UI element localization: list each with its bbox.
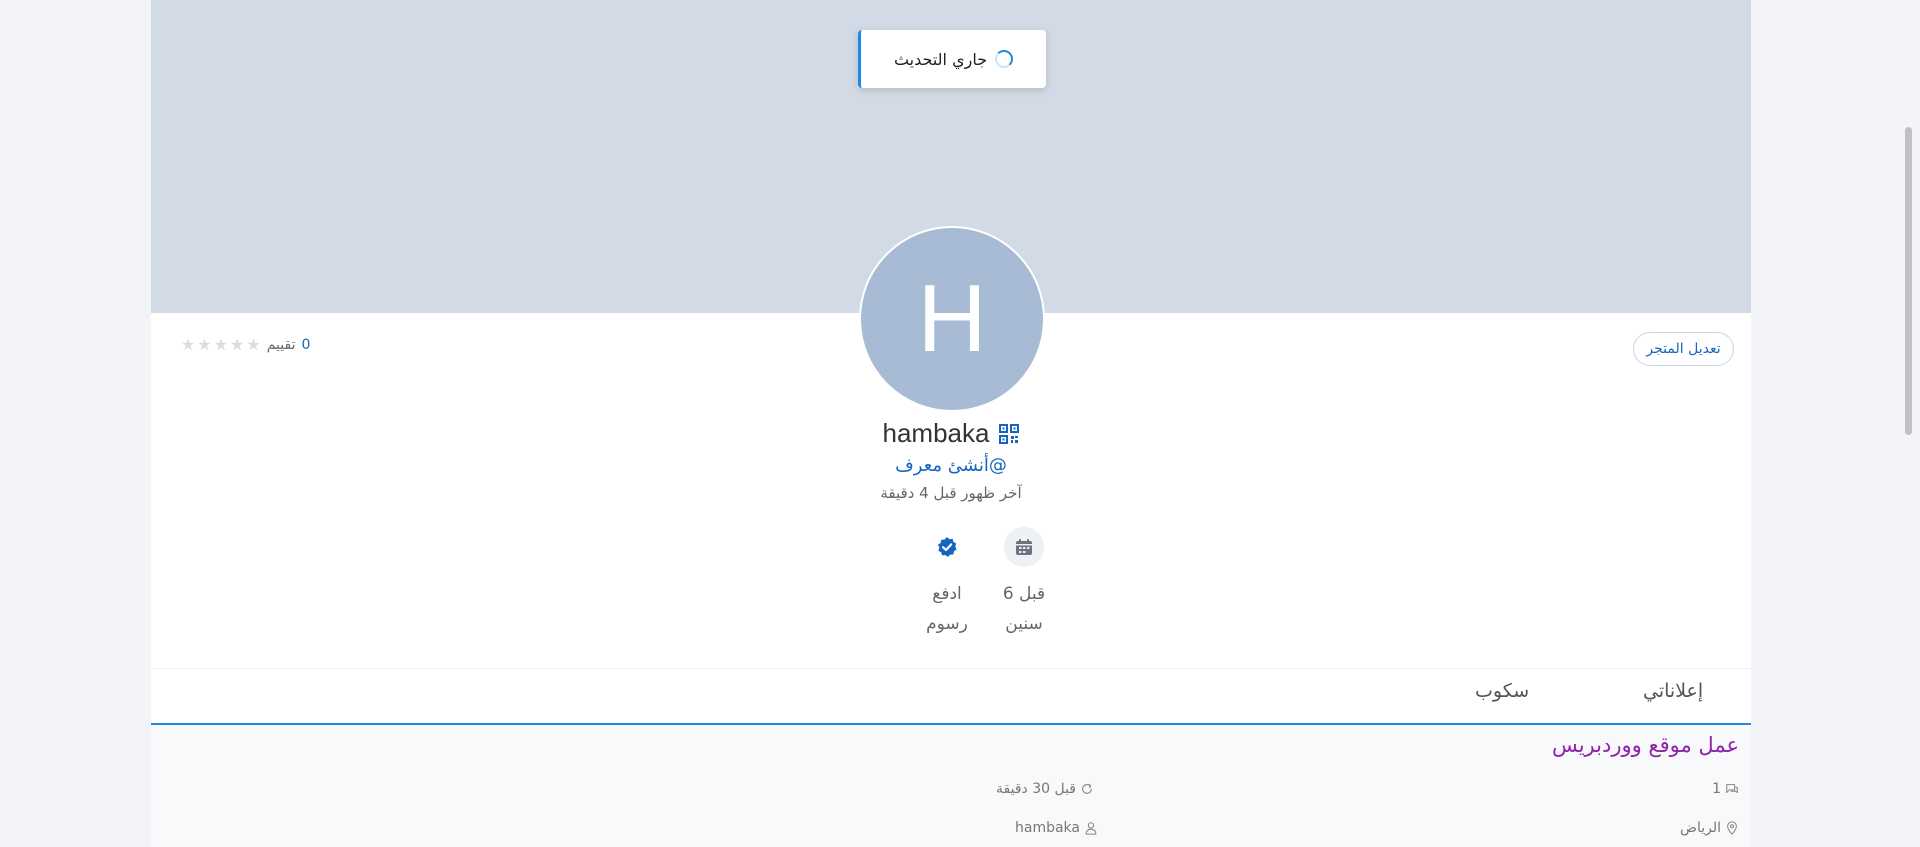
tabs-separator [151,668,1751,669]
star-icon: ★ [230,335,245,354]
stat-line: رسوم [926,614,968,634]
star-icon: ★ [197,335,212,354]
loading-spinner-icon [995,50,1014,68]
star-icon: ★ [181,335,196,354]
listing-comments: 1 [1712,781,1739,797]
tab-scoop[interactable]: سكوب [1475,680,1529,702]
toast-text: جاري التحديث [893,49,988,69]
qr-code-icon[interactable] [999,423,1020,444]
avatar: H [859,226,1045,412]
stat-fees-text: ادفع رسوم [912,579,982,639]
avatar-letter: H [917,265,987,372]
verified-badge-icon [927,527,967,567]
store-page: جاري التحديث تعديل المتجر 0 تقييم ★ ★ ★ … [151,0,1751,847]
location-pin-icon [1727,821,1737,835]
comments-count: 1 [1712,781,1721,797]
rating-stars: ★ ★ ★ ★ ★ [181,337,261,353]
edit-store-button[interactable]: تعديل المتجر [1633,332,1734,366]
rating-label: تقييم [266,337,296,353]
stat-member-since-text: قبل 6 سنين [989,579,1059,639]
listing-location: الرياض [1680,820,1739,836]
username: hambaka [882,418,990,448]
listing-time: قبل 30 دقيقة [996,781,1094,797]
scrollbar-thumb[interactable] [1905,127,1912,435]
stat-line: سنين [1005,614,1043,634]
listing-author: hambaka [1015,820,1098,836]
stat-member-since: قبل 6 سنين [989,527,1059,639]
star-icon: ★ [213,335,229,354]
listing-location-text: الرياض [1680,820,1721,836]
stat-line: قبل 6 [1002,584,1046,604]
create-handle-link[interactable]: @أنشئ معرف [151,455,1751,476]
refresh-toast: جاري التحديث [858,30,1046,88]
refresh-icon [1082,783,1092,794]
calendar-icon [1004,527,1044,567]
listing-author-text[interactable]: hambaka [1015,820,1080,836]
rating: 0 تقييم ★ ★ ★ ★ ★ [181,337,310,354]
name-row: hambaka [151,418,1751,449]
listing-time-text: قبل 30 دقيقة [996,781,1077,797]
tab-my-ads[interactable]: إعلاناتي [1643,680,1703,702]
stat-fees: ادفع رسوم [912,527,982,639]
user-icon [1085,822,1097,835]
listing-item[interactable]: عمل موقع ووردبريس 1 قبل 30 دقيقة الرياض [151,725,1751,847]
rating-count[interactable]: 0 [301,337,310,353]
last-seen: آخر ظهور قبل 4 دقيقة [880,484,1022,502]
listing-title[interactable]: عمل موقع ووردبريس [1552,733,1739,757]
star-icon: ★ [246,335,261,354]
stat-line: ادفع [932,584,962,604]
comments-icon [1726,784,1738,794]
